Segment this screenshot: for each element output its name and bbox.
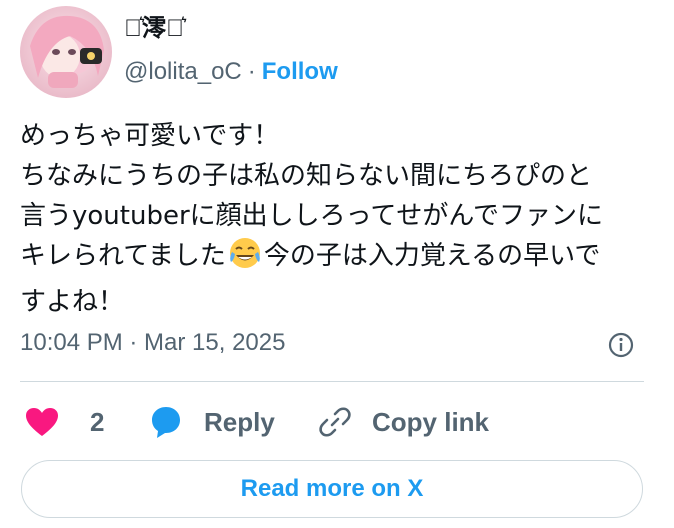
author-handle-row: @lolita_oC · Follow	[124, 56, 338, 88]
read-more-button[interactable]: Read more on X	[21, 460, 643, 518]
tweet-text: めっちゃ可愛いです！ ちなみにうちの子は私の知らない間にちろぴのと 言うyout…	[20, 116, 660, 322]
tweet-line: 言うyoutuberに顔出ししろってせがんでファンに	[20, 201, 604, 231]
separator-dot: ·	[247, 58, 256, 85]
heart-icon	[26, 408, 58, 436]
copy-link-label: Copy link	[372, 406, 490, 437]
reply-label: Reply	[204, 406, 275, 437]
tweet-line: キレられてました 今の子は入力覚えるの早いで	[20, 236, 660, 282]
tweet-line-part: キレられてました	[20, 241, 226, 271]
tweet-line: めっちゃ可愛いです！	[20, 121, 280, 151]
like-count: 2	[90, 406, 105, 437]
tweet-line-part: 今の子は入力覚えるの早いで	[263, 241, 601, 271]
avatar[interactable]	[20, 6, 112, 98]
face-with-tears-of-joy-icon	[228, 236, 262, 282]
speech-bubble-icon	[152, 407, 180, 438]
info-icon[interactable]	[607, 331, 635, 359]
action-bar: 2 Reply Copy link	[20, 402, 650, 442]
like-button[interactable]: 2	[24, 402, 104, 442]
tweet-timestamp[interactable]: 10:04 PM · Mar 15, 2025	[20, 327, 285, 359]
divider	[20, 381, 644, 382]
tweet-line: ちなみにうちの子は私の知らない間にちろぴのと	[20, 161, 593, 191]
link-icon	[319, 407, 351, 437]
follow-button[interactable]: Follow	[262, 58, 338, 85]
tweet-line: すよね！	[20, 287, 125, 317]
author-handle[interactable]: @lolita_oC	[124, 58, 242, 85]
reply-button[interactable]: Reply	[148, 402, 275, 442]
copy-link-button[interactable]: Copy link	[318, 402, 489, 442]
author-display-name[interactable]: ⋆͛澪⋆͛	[124, 14, 184, 44]
